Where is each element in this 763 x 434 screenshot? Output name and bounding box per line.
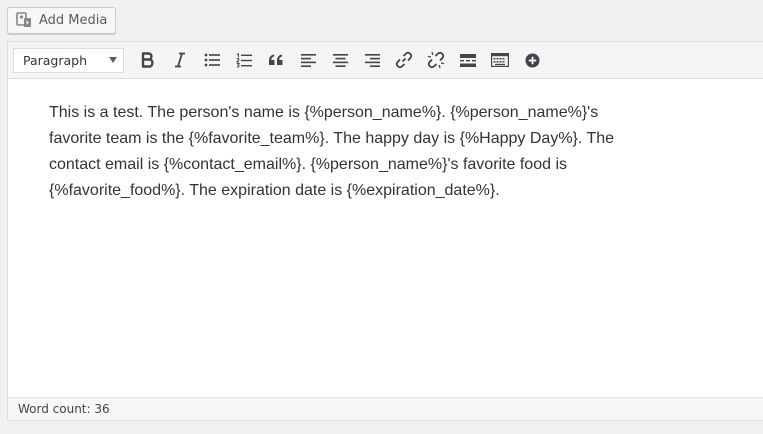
add-button[interactable]	[518, 46, 546, 74]
editor-content[interactable]: This is a test. The person's name is {%p…	[8, 79, 763, 397]
add-media-label: Add Media	[39, 13, 108, 28]
add-media-button[interactable]: Add Media	[7, 7, 117, 34]
format-select[interactable]: Paragraph	[13, 47, 124, 73]
numbered-list-icon	[236, 52, 252, 68]
status-bar: Word count: 36	[8, 397, 763, 420]
editor: Paragraph This is a test. The person's n…	[7, 41, 763, 421]
format-select-value: Paragraph	[23, 52, 88, 68]
bulleted-list-icon	[204, 53, 220, 67]
read-more-button[interactable]	[454, 46, 482, 74]
link-icon	[395, 51, 413, 69]
align-left-icon	[300, 53, 316, 67]
content-paragraph[interactable]: This is a test. The person's name is {%p…	[49, 100, 619, 204]
italic-button[interactable]	[166, 46, 194, 74]
numbered-list-button[interactable]	[230, 46, 258, 74]
blockquote-icon	[268, 54, 284, 66]
bold-icon	[141, 52, 155, 68]
chevron-down-icon	[109, 57, 117, 63]
align-center-button[interactable]	[326, 46, 354, 74]
toolbar-toggle-icon	[491, 53, 509, 67]
bulleted-list-button[interactable]	[198, 46, 226, 74]
align-left-button[interactable]	[294, 46, 322, 74]
word-count: Word count: 36	[18, 402, 110, 416]
add-icon	[525, 53, 540, 68]
media-icon	[16, 12, 34, 29]
editor-toolbar: Paragraph	[8, 42, 763, 79]
bold-button[interactable]	[134, 46, 162, 74]
italic-icon	[174, 52, 186, 68]
editor-page: Add Media Paragraph This is a test. The …	[0, 0, 763, 434]
insert-link-button[interactable]	[390, 46, 418, 74]
remove-link-button[interactable]	[422, 46, 450, 74]
align-right-icon	[364, 53, 380, 67]
align-center-icon	[332, 53, 348, 67]
unlink-icon	[427, 51, 445, 69]
read-more-icon	[460, 53, 476, 67]
blockquote-button[interactable]	[262, 46, 290, 74]
align-right-button[interactable]	[358, 46, 386, 74]
toolbar-toggle-button[interactable]	[486, 46, 514, 74]
